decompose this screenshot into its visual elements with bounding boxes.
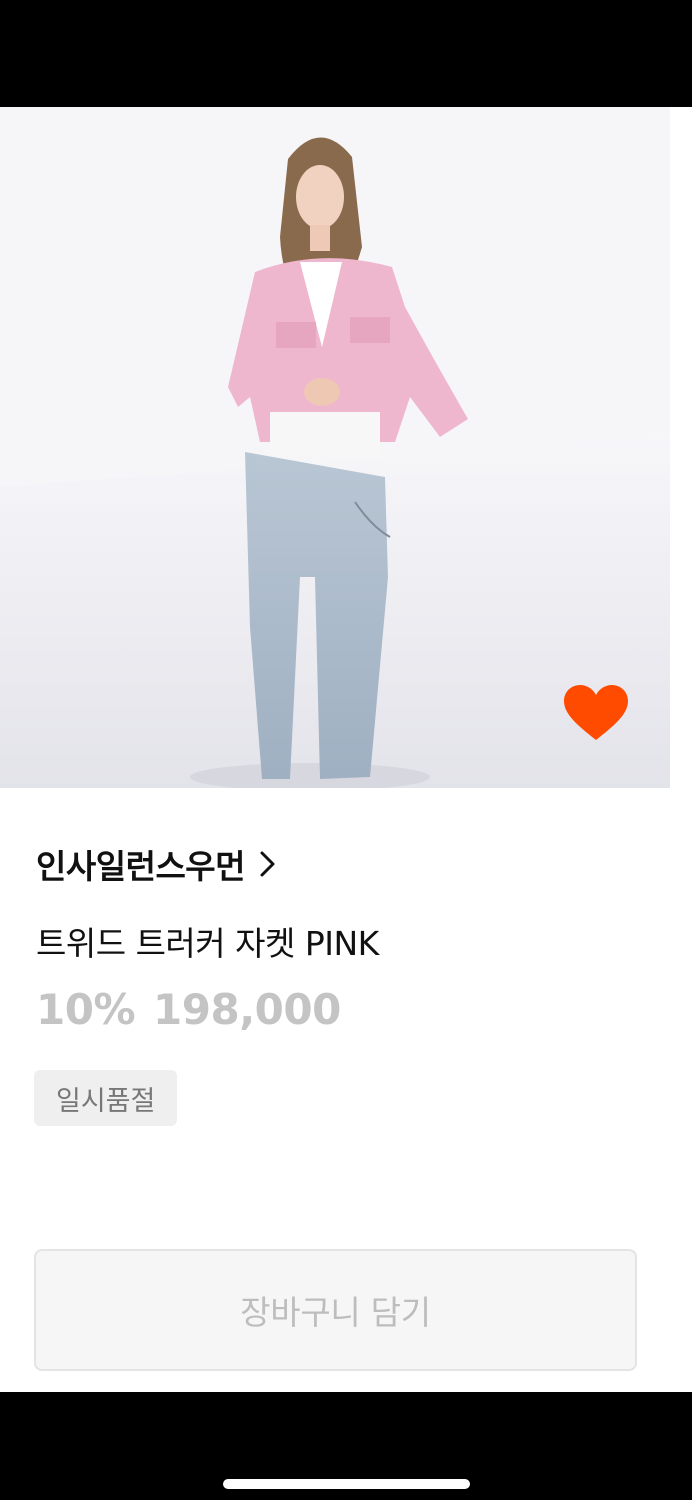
discount-rate: 10% bbox=[36, 985, 136, 1034]
heart-icon bbox=[564, 685, 628, 740]
wishlist-button[interactable] bbox=[558, 679, 634, 747]
bottom-safe-area bbox=[0, 1392, 692, 1500]
brand-name: 인사일런스우먼 bbox=[36, 847, 246, 886]
sold-out-badge: 일시품절 bbox=[34, 1070, 178, 1126]
screen: 인사일런스우먼 트위드 트러커 자켓 PINK 10% 198,000 일시품절… bbox=[0, 0, 692, 1500]
home-indicator[interactable] bbox=[223, 1479, 470, 1489]
product-name: 트위드 트러커 자켓 PINK bbox=[36, 924, 379, 963]
product-card: 인사일런스우먼 트위드 트러커 자켓 PINK 10% 198,000 일시품절… bbox=[0, 107, 692, 1392]
add-to-cart-button[interactable]: 장바구니 담기 bbox=[34, 1249, 637, 1371]
brand-link[interactable]: 인사일런스우먼 bbox=[36, 841, 277, 887]
chevron-right-icon bbox=[259, 850, 277, 878]
status-bar-area bbox=[0, 0, 692, 107]
price-row: 10% 198,000 bbox=[36, 985, 341, 1034]
price: 198,000 bbox=[153, 985, 341, 1034]
